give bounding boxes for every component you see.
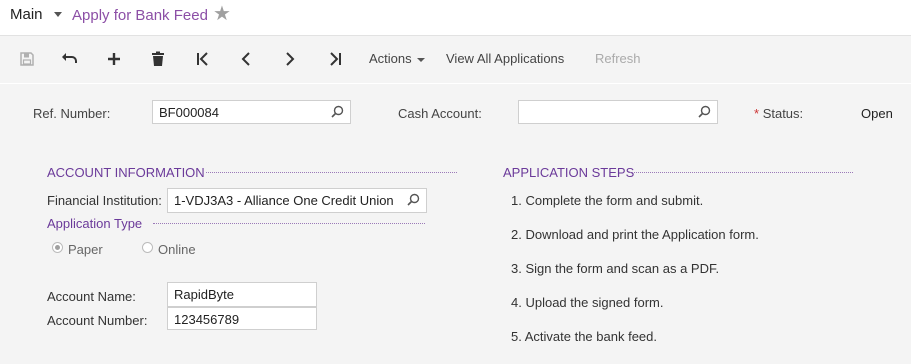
account-information-heading: ACCOUNT INFORMATION [47,165,205,180]
account-number-label: Account Number: [47,313,148,328]
step-item: 4. Upload the signed form. [511,295,664,310]
online-radio-label: Online [158,242,196,257]
view-all-applications-button[interactable]: View All Applications [446,51,564,66]
search-icon[interactable] [331,105,344,121]
status-label: Status: [762,106,804,121]
step-item: 3. Sign the form and scan as a PDF. [511,261,720,276]
toolbar: Actions View All Applications Refresh [0,35,911,83]
paper-radio[interactable] [52,242,63,253]
online-radio[interactable] [142,242,153,253]
status-value: Open [861,106,893,121]
refresh-button[interactable]: Refresh [595,51,641,66]
step-item: 5. Activate the bank feed. [511,329,657,344]
breadcrumb-main[interactable]: Main [10,6,43,23]
account-name-label: Account Name: [47,289,136,304]
application-steps-heading: APPLICATION STEPS [503,165,635,180]
previous-icon[interactable] [235,48,257,70]
step-item: 2. Download and print the Application fo… [511,227,759,242]
add-icon[interactable] [103,48,125,70]
account-number-value: 123456789 [174,312,240,327]
first-page-icon[interactable] [192,48,214,70]
section-divider [206,172,457,173]
account-name-value: RapidByte [174,287,234,302]
search-icon[interactable] [407,193,420,209]
cash-account-label: Cash Account: [398,106,482,121]
application-type-heading: Application Type [47,216,143,231]
paper-radio-label: Paper [68,242,103,257]
section-divider [628,172,853,173]
page-title[interactable]: Apply for Bank Feed [72,7,208,24]
section-divider [153,223,425,224]
undo-icon[interactable] [59,48,81,70]
financial-institution-label: Financial Institution: [47,193,162,208]
next-icon[interactable] [279,48,301,70]
ref-number-field[interactable]: BF000084 [152,100,351,124]
ref-number-label: Ref. Number: [33,106,111,121]
header-form: Ref. Number: BF000084 Cash Account: * St… [0,84,911,130]
content-panel: ACCOUNT INFORMATION Financial Institutio… [0,130,911,364]
account-number-field[interactable]: 123456789 [167,307,317,330]
title-bar: Main Apply for Bank Feed ★ [0,0,911,34]
ref-number-value: BF000084 [159,105,219,120]
save-icon[interactable] [16,48,38,70]
required-mark: * [754,106,760,121]
chevron-down-icon[interactable] [54,12,62,17]
star-icon[interactable]: ★ [213,3,231,25]
financial-institution-field[interactable]: 1-VDJ3A3 - Alliance One Credit Union [167,188,427,213]
chevron-down-icon [416,57,425,62]
delete-icon[interactable] [147,48,169,70]
search-icon[interactable] [698,105,711,121]
cash-account-field[interactable] [518,100,718,124]
financial-institution-value: 1-VDJ3A3 - Alliance One Credit Union [174,193,394,208]
status-label-group: * Status: [754,106,803,121]
step-item: 1. Complete the form and submit. [511,193,704,208]
last-page-icon[interactable] [324,48,346,70]
account-name-field[interactable]: RapidByte [167,282,317,307]
actions-label: Actions [369,51,412,66]
actions-menu[interactable]: Actions [369,51,425,66]
